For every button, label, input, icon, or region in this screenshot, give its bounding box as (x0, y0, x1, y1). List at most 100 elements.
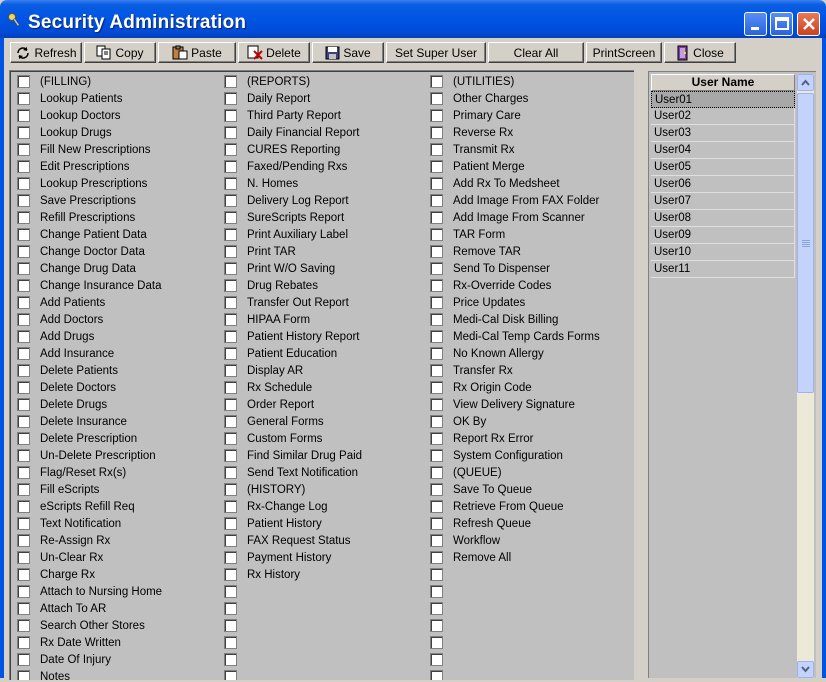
permission-checkbox[interactable] (430, 653, 443, 666)
permission-checkbox[interactable] (17, 177, 30, 190)
permission-checkbox[interactable] (430, 228, 443, 241)
permission-checkbox[interactable] (17, 330, 30, 343)
permission-checkbox[interactable] (224, 602, 237, 615)
panel-divider[interactable] (636, 70, 646, 678)
permission-checkbox[interactable] (224, 653, 237, 666)
permission-checkbox[interactable] (430, 194, 443, 207)
permission-checkbox[interactable] (224, 364, 237, 377)
permission-checkbox[interactable] (430, 347, 443, 360)
user-row[interactable]: User03 (651, 125, 795, 142)
close-button[interactable]: Close (664, 42, 736, 63)
permission-checkbox[interactable] (17, 636, 30, 649)
permission-checkbox[interactable] (17, 415, 30, 428)
users-scrollbar[interactable] (797, 74, 814, 678)
permission-checkbox[interactable] (224, 177, 237, 190)
permission-checkbox[interactable] (430, 398, 443, 411)
permission-checkbox[interactable] (224, 330, 237, 343)
permission-checkbox[interactable] (17, 228, 30, 241)
permission-checkbox[interactable] (430, 279, 443, 292)
delete-button[interactable]: Delete (238, 42, 310, 63)
clear-all-button[interactable]: Clear All (488, 42, 584, 63)
permission-checkbox[interactable] (17, 398, 30, 411)
permission-checkbox[interactable] (430, 296, 443, 309)
permission-checkbox[interactable] (224, 75, 237, 88)
permission-checkbox[interactable] (224, 126, 237, 139)
permission-checkbox[interactable] (430, 585, 443, 598)
minimize-button[interactable] (744, 12, 767, 36)
permission-checkbox[interactable] (224, 636, 237, 649)
permission-checkbox[interactable] (430, 245, 443, 258)
permission-checkbox[interactable] (17, 262, 30, 275)
permission-checkbox[interactable] (17, 143, 30, 156)
permission-checkbox[interactable] (224, 313, 237, 326)
permission-checkbox[interactable] (224, 262, 237, 275)
permission-checkbox[interactable] (224, 245, 237, 258)
permission-checkbox[interactable] (224, 211, 237, 224)
permission-checkbox[interactable] (224, 228, 237, 241)
permission-checkbox[interactable] (430, 432, 443, 445)
permission-checkbox[interactable] (430, 160, 443, 173)
permission-checkbox[interactable] (17, 347, 30, 360)
permission-checkbox[interactable] (17, 296, 30, 309)
maximize-button[interactable] (770, 12, 793, 36)
copy-button[interactable]: Copy (84, 42, 156, 63)
permission-checkbox[interactable] (17, 75, 30, 88)
permission-checkbox[interactable] (430, 517, 443, 530)
permission-checkbox[interactable] (17, 194, 30, 207)
permission-checkbox[interactable] (430, 364, 443, 377)
permission-checkbox[interactable] (17, 619, 30, 632)
permission-checkbox[interactable] (224, 296, 237, 309)
permission-checkbox[interactable] (224, 500, 237, 513)
scroll-down-button[interactable] (797, 661, 814, 678)
user-row[interactable]: User05 (651, 159, 795, 176)
permission-checkbox[interactable] (17, 483, 30, 496)
permission-checkbox[interactable] (17, 245, 30, 258)
save-button[interactable]: Save (312, 42, 384, 63)
permission-checkbox[interactable] (17, 160, 30, 173)
permission-checkbox[interactable] (430, 483, 443, 496)
permission-checkbox[interactable] (17, 279, 30, 292)
permission-checkbox[interactable] (224, 449, 237, 462)
permission-checkbox[interactable] (17, 602, 30, 615)
user-row[interactable]: User06 (651, 176, 795, 193)
permission-checkbox[interactable] (430, 415, 443, 428)
permission-checkbox[interactable] (430, 568, 443, 581)
permission-checkbox[interactable] (430, 313, 443, 326)
permission-checkbox[interactable] (430, 75, 443, 88)
permission-checkbox[interactable] (224, 534, 237, 547)
permission-checkbox[interactable] (17, 670, 30, 680)
permission-checkbox[interactable] (17, 381, 30, 394)
permission-checkbox[interactable] (17, 126, 30, 139)
permission-checkbox[interactable] (17, 211, 30, 224)
permission-checkbox[interactable] (224, 585, 237, 598)
permission-checkbox[interactable] (17, 364, 30, 377)
user-row[interactable]: User02 (651, 108, 795, 125)
permission-checkbox[interactable] (224, 160, 237, 173)
permission-checkbox[interactable] (224, 92, 237, 105)
print-screen-button[interactable]: PrintScreen (586, 42, 662, 63)
permission-checkbox[interactable] (224, 517, 237, 530)
user-name-column-header[interactable]: User Name (651, 74, 795, 91)
permission-checkbox[interactable] (224, 466, 237, 479)
permission-checkbox[interactable] (224, 415, 237, 428)
paste-button[interactable]: Paste (158, 42, 236, 63)
permission-checkbox[interactable] (430, 381, 443, 394)
permission-checkbox[interactable] (224, 483, 237, 496)
permission-checkbox[interactable] (430, 619, 443, 632)
permission-checkbox[interactable] (17, 313, 30, 326)
permission-checkbox[interactable] (17, 432, 30, 445)
permission-checkbox[interactable] (17, 449, 30, 462)
permission-checkbox[interactable] (224, 670, 237, 680)
permission-checkbox[interactable] (17, 92, 30, 105)
permission-checkbox[interactable] (430, 670, 443, 680)
permission-checkbox[interactable] (224, 381, 237, 394)
permission-checkbox[interactable] (224, 143, 237, 156)
user-row[interactable]: User04 (651, 142, 795, 159)
user-row[interactable]: User11 (651, 261, 795, 278)
permission-checkbox[interactable] (224, 347, 237, 360)
permission-checkbox[interactable] (430, 534, 443, 547)
permission-checkbox[interactable] (430, 262, 443, 275)
permission-checkbox[interactable] (430, 449, 443, 462)
user-row[interactable]: User08 (651, 210, 795, 227)
scroll-up-button[interactable] (797, 74, 814, 91)
